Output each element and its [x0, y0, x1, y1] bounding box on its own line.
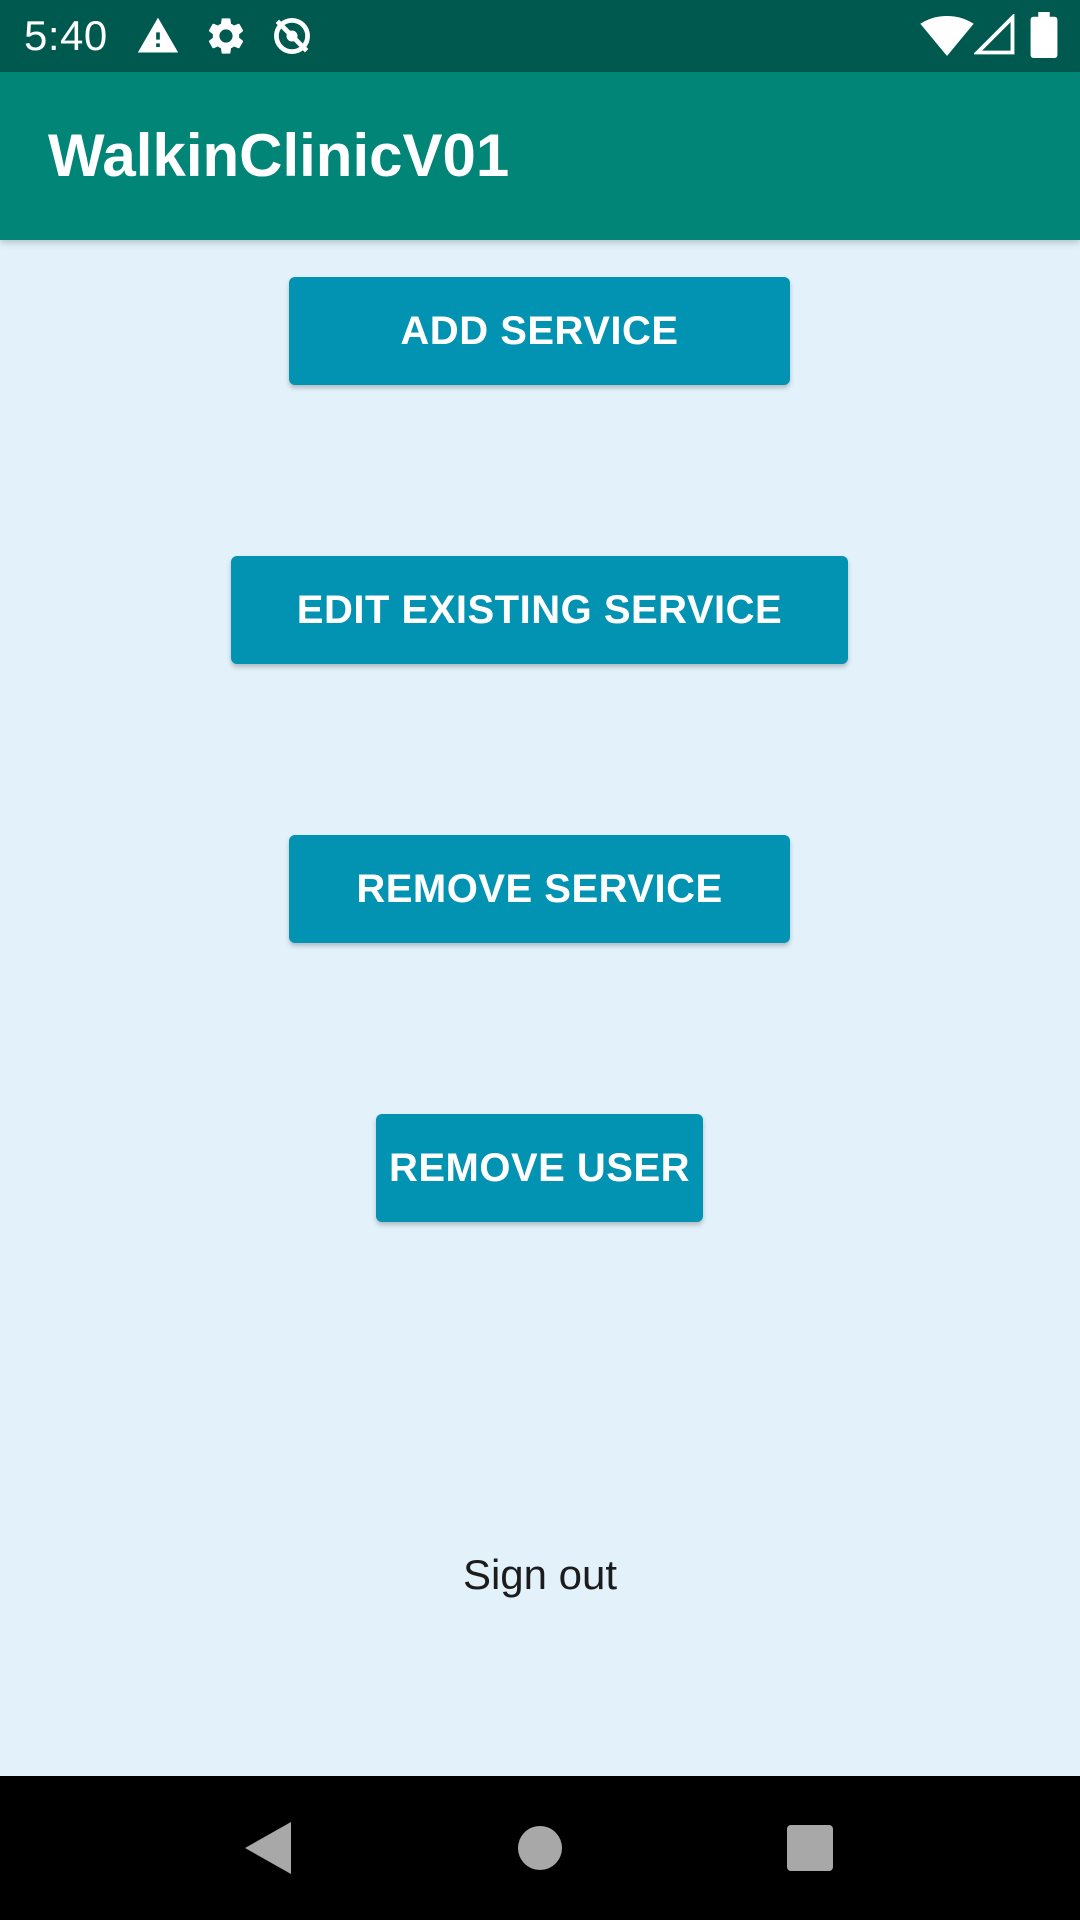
app-bar: WalkinClinicV01 [0, 72, 1080, 240]
sign-out-link[interactable]: Sign out [390, 1540, 690, 1610]
app-title: WalkinClinicV01 [48, 122, 510, 189]
remove-service-button[interactable]: REMOVE SERVICE [289, 835, 790, 943]
add-service-button[interactable]: ADD SERVICE [289, 277, 790, 385]
status-bar: 5:40 [0, 0, 1080, 72]
edit-existing-service-button[interactable]: EDIT EXISTING SERVICE [231, 556, 848, 664]
home-icon[interactable] [492, 1800, 588, 1896]
warning-icon [136, 14, 180, 58]
sync-off-icon [270, 14, 314, 58]
navigation-bar [0, 1776, 1080, 1920]
wifi-icon [920, 16, 974, 56]
recents-icon[interactable] [762, 1800, 858, 1896]
back-icon[interactable] [220, 1800, 316, 1896]
battery-icon [1030, 12, 1058, 58]
remove-user-button[interactable]: REMOVE USER [376, 1114, 703, 1222]
cell-signal-icon [974, 14, 1016, 56]
gear-icon [204, 14, 248, 58]
status-time: 5:40 [24, 12, 108, 59]
